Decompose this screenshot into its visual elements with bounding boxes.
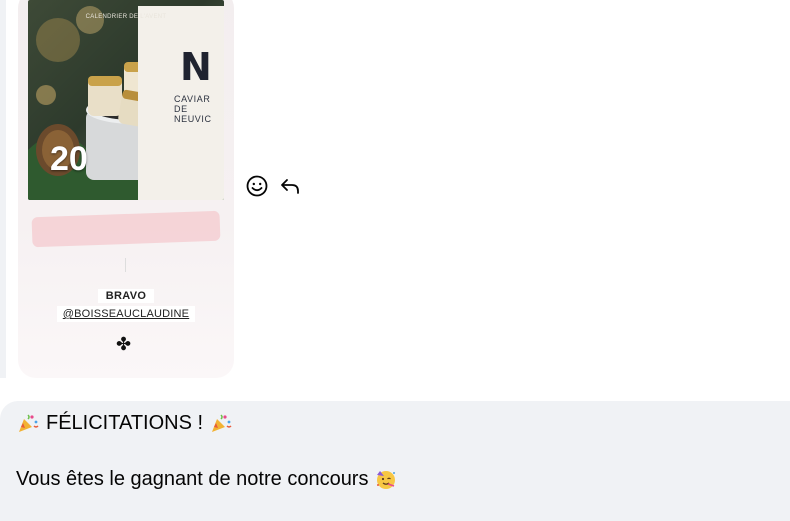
message-line-1: FÉLICITATIONS !: [16, 411, 233, 435]
react-button[interactable]: [245, 174, 269, 198]
clover-icon: ✤: [116, 334, 132, 354]
reply-button[interactable]: [278, 174, 302, 198]
brand-line-2: DE NEUVIC: [174, 104, 212, 124]
sticker-title: BRAVO: [97, 289, 155, 303]
thread-line: [0, 0, 6, 378]
advent-day-number: 20: [50, 140, 88, 178]
message-line-2: Vous êtes le gagnant de notre concours: [16, 467, 398, 491]
partying-face-icon: [377, 471, 396, 489]
smiley-icon: [246, 175, 268, 197]
sticker-handle[interactable]: @BOISSEAUCLAUDINE: [56, 306, 196, 322]
brand-logo-mark: N: [180, 45, 212, 89]
message-bubble[interactable]: FÉLICITATIONS ! Vous êtes le gagnant de …: [0, 401, 790, 521]
congrats-text: FÉLICITATIONS !: [46, 411, 204, 434]
brand-line-1: CAVIAR: [174, 94, 211, 104]
story-reply-card[interactable]: CALENDRIER DE L'AVENT N CAVIAR DE NEUVIC…: [18, 0, 234, 378]
photo-top-label: CALENDRIER DE L'AVENT: [85, 14, 167, 20]
story-highlight-bar: [31, 210, 221, 248]
story-photo[interactable]: CALENDRIER DE L'AVENT N CAVIAR DE NEUVIC…: [28, 0, 224, 200]
winner-sticker: BRAVO @BOISSEAUCLAUDINE: [53, 286, 199, 322]
party-popper-icon: [212, 414, 232, 432]
winner-text: Vous êtes le gagnant de notre concours: [16, 467, 369, 490]
reply-arrow-icon: [281, 179, 299, 194]
party-popper-icon: [19, 414, 39, 432]
story-divider: [125, 258, 126, 272]
